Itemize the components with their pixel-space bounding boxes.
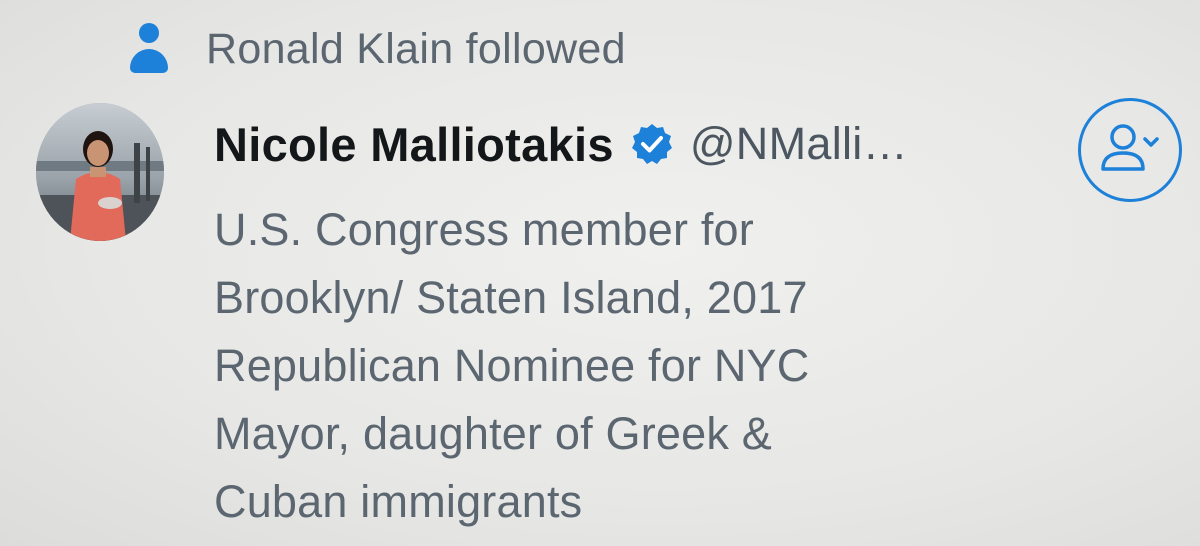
verified-badge-icon	[631, 124, 672, 164]
bio-line: Cuban immigrants	[214, 476, 583, 527]
bio-line: Brooklyn/ Staten Island, 2017	[214, 272, 808, 323]
bio-line: Republican Nominee for NYC	[214, 340, 810, 391]
bio-line: U.S. Congress member for	[214, 204, 754, 255]
user-bio: U.S. Congress member for Brooklyn/ State…	[214, 196, 934, 536]
social-context-text: Ronald Klain followed	[206, 24, 626, 73]
name-row[interactable]: Nicole Malliotakis @NMalli…	[214, 108, 908, 180]
profile-photo	[36, 103, 164, 241]
tweet-user-cell[interactable]: Ronald Klain followed Nicole Malliotakis…	[0, 0, 1200, 546]
display-name[interactable]: Nicole Malliotakis	[214, 117, 614, 172]
bio-line: Mayor, daughter of Greek &	[214, 408, 772, 459]
social-context: Ronald Klain followed	[128, 14, 626, 84]
person-icon	[128, 19, 168, 79]
follow-button[interactable]	[1078, 98, 1182, 202]
user-handle[interactable]: @NMalli…	[690, 118, 908, 170]
follow-user-icon	[1101, 124, 1159, 171]
avatar[interactable]	[36, 103, 164, 241]
